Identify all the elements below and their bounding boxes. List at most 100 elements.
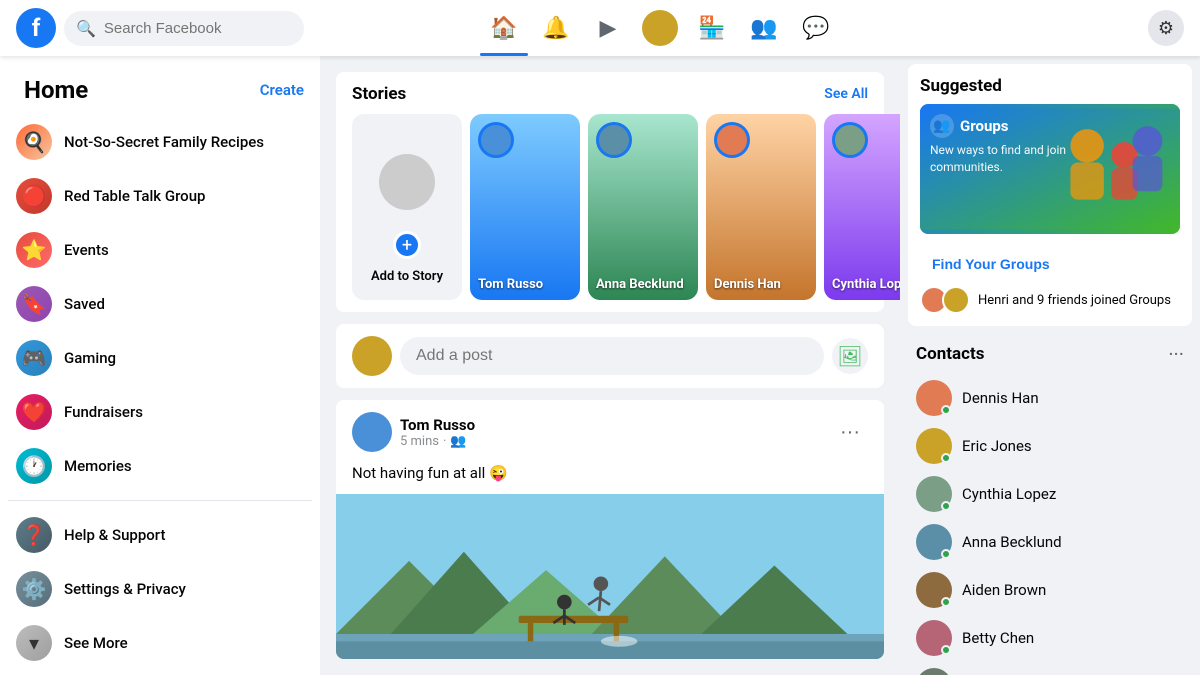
sidebar-item-label: Events [64, 241, 109, 259]
suggested-box: Suggested [908, 64, 1192, 326]
story-add-label: Add to Story [363, 269, 451, 284]
sidebar-item-help[interactable]: ❓ Help & Support [8, 509, 312, 561]
post-box-avatar [352, 336, 392, 376]
sidebar-item-label: Not-So-Secret Family Recipes [64, 133, 264, 151]
groups-icon: 👥 [930, 114, 954, 138]
search-box[interactable]: 🔍 [64, 11, 304, 46]
suggested-title: Suggested [920, 76, 1180, 96]
nav-left: f 🔍 [16, 8, 336, 48]
contact-online-indicator [941, 501, 951, 511]
sidebar-item-label: See More [64, 634, 128, 652]
story-card-dennis[interactable]: Dennis Han [706, 114, 816, 300]
contact-name-aiden: Aiden Brown [962, 581, 1046, 599]
nav-marketplace-button[interactable]: 🏪 [688, 4, 736, 52]
post-dot: · [443, 434, 446, 449]
sidebar-item-fundraisers[interactable]: ❤️ Fundraisers [8, 386, 312, 438]
nav-messenger-button[interactable]: 💬 [792, 4, 840, 52]
contact-avatar-cynthia [916, 476, 952, 512]
post-image-button[interactable]: 🖼 [832, 338, 868, 374]
post-visibility-icon: 👥 [450, 434, 466, 449]
contact-name-cynthia: Cynthia Lopez [962, 485, 1056, 503]
contacts-header: Contacts ··· [908, 338, 1192, 370]
contact-online-indicator [941, 405, 951, 415]
contact-online-indicator [941, 453, 951, 463]
stories-row: + Add to Story Tom Russo Anna Becklund [352, 114, 868, 300]
search-icon: 🔍 [76, 19, 96, 38]
contact-online-indicator [941, 549, 951, 559]
stories-title: Stories [352, 84, 406, 104]
post-author-info: Tom Russo 5 mins · 👥 [400, 416, 475, 449]
main-layout: Home Create 🍳 Not-So-Secret Family Recip… [0, 0, 1200, 675]
contact-item-betty[interactable]: Betty Chen [908, 614, 1192, 662]
story-card-anna[interactable]: Anna Becklund [588, 114, 698, 300]
story-name-tom: Tom Russo [478, 277, 543, 292]
see-all-button[interactable]: See All [824, 86, 868, 102]
groups-subtitle: New ways to find and join communities. [930, 142, 1070, 176]
sidebar-item-memories[interactable]: 🕐 Memories [8, 440, 312, 492]
sidebar-title-row: Home Create [8, 64, 312, 116]
sidebar-item-saved[interactable]: 🔖 Saved [8, 278, 312, 330]
sidebar: Home Create 🍳 Not-So-Secret Family Recip… [0, 56, 320, 675]
sidebar-item-not-so-secret[interactable]: 🍳 Not-So-Secret Family Recipes [8, 116, 312, 168]
stories-section: Stories See All + Add to Story Tom Russo [336, 72, 884, 312]
contact-name-anna: Anna Becklund [962, 533, 1062, 551]
post-box: 🖼 [336, 324, 884, 388]
nav-watch-button[interactable]: ▶ [584, 4, 632, 52]
sidebar-item-red-table[interactable]: 🔴 Red Table Talk Group [8, 170, 312, 222]
sidebar-item-see-more[interactable]: ▾ See More [8, 617, 312, 669]
story-name-cynthia: Cynthia Lopez [832, 277, 900, 292]
post-more-button[interactable]: ··· [832, 414, 868, 450]
contact-item-eric[interactable]: Eric Jones [908, 422, 1192, 470]
sidebar-item-label: Memories [64, 457, 132, 475]
contact-avatar-dennis [916, 380, 952, 416]
post-author-name: Tom Russo [400, 416, 475, 434]
story-card-cynthia[interactable]: Cynthia Lopez [824, 114, 900, 300]
story-add-card[interactable]: + Add to Story [352, 114, 462, 300]
red-table-icon: 🔴 [16, 178, 52, 214]
sidebar-item-label: Settings & Privacy [64, 580, 186, 598]
groups-title: Groups [960, 117, 1009, 135]
nav-notifications-button[interactable]: 🔔 [532, 4, 580, 52]
story-avatar-tom [478, 122, 514, 158]
story-avatar-anna [596, 122, 632, 158]
sidebar-item-label: Saved [64, 295, 105, 313]
sidebar-title: Home [16, 68, 96, 112]
contact-avatar-betty [916, 620, 952, 656]
contact-item-aiden[interactable]: Aiden Brown [908, 566, 1192, 614]
settings-button[interactable]: ⚙ [1148, 10, 1184, 46]
contact-name-dennis: Dennis Han [962, 389, 1039, 407]
sidebar-item-label: Fundraisers [64, 403, 143, 421]
post-meta: 5 mins · 👥 [400, 434, 475, 449]
contact-item-dan[interactable]: Dan Brown [908, 662, 1192, 675]
create-button[interactable]: Create [260, 81, 304, 99]
contact-online-indicator [941, 645, 951, 655]
post-input[interactable] [400, 337, 824, 375]
facebook-logo: f [16, 8, 56, 48]
contacts-section: Contacts ··· Dennis Han Eric Jones Cyn [908, 338, 1192, 675]
story-card-tom[interactable]: Tom Russo [470, 114, 580, 300]
contacts-more-button[interactable]: ··· [1168, 342, 1184, 366]
contact-online-indicator [941, 597, 951, 607]
groups-banner-content: 👥 Groups New ways to find and join commu… [930, 114, 1070, 176]
see-more-icon: ▾ [16, 625, 52, 661]
find-groups-button[interactable]: Find Your Groups [920, 250, 1062, 278]
friends-joined-text: Henri and 9 friends joined Groups [978, 293, 1171, 308]
sidebar-item-events[interactable]: ⭐ Events [8, 224, 312, 276]
nav-home-button[interactable]: 🏠 [480, 4, 528, 52]
contact-avatar-dan [916, 668, 952, 675]
events-icon: ⭐ [16, 232, 52, 268]
saved-icon: 🔖 [16, 286, 52, 322]
contact-item-dennis[interactable]: Dennis Han [908, 374, 1192, 422]
post-author-avatar [352, 412, 392, 452]
contact-item-cynthia[interactable]: Cynthia Lopez [908, 470, 1192, 518]
friends-avatars [920, 286, 970, 314]
nav-profile-button[interactable] [636, 4, 684, 52]
story-avatar-dennis [714, 122, 750, 158]
contact-item-anna[interactable]: Anna Becklund [908, 518, 1192, 566]
search-input[interactable] [104, 20, 292, 37]
sidebar-item-gaming[interactable]: 🎮 Gaming [8, 332, 312, 384]
nav-groups-button[interactable]: 👥 [740, 4, 788, 52]
sidebar-item-settings[interactable]: ⚙️ Settings & Privacy [8, 563, 312, 615]
sidebar-item-label: Gaming [64, 349, 116, 367]
post-image [336, 494, 884, 659]
